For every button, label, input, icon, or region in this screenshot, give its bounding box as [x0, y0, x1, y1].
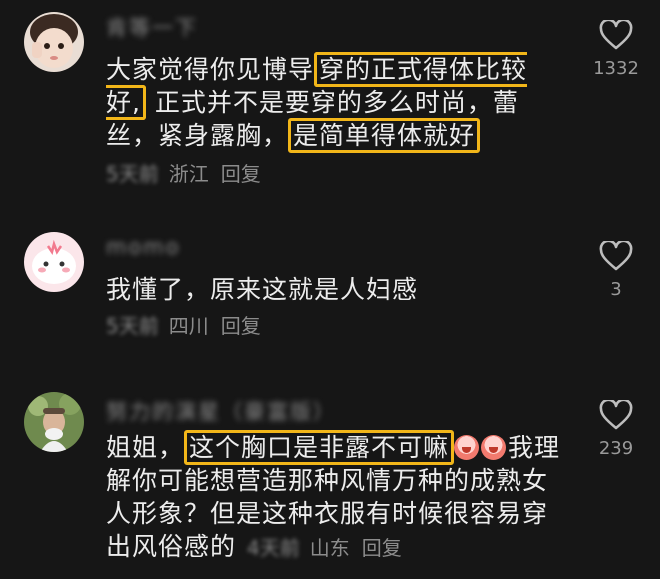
- reply-button[interactable]: 回复: [221, 314, 261, 338]
- crying-face-emoji-icon: [454, 435, 480, 460]
- highlighted-text: 是简单得体就好: [288, 118, 481, 153]
- comment-meta: 5天前 浙江 回复: [106, 158, 261, 187]
- comment-username[interactable]: momo: [106, 235, 181, 259]
- comment-text: 我懂了，原来这就是人妇感: [106, 275, 419, 304]
- comment-time: 5天前: [106, 162, 159, 186]
- comment-text: 大家觉得你见博导 穿的正式得体比较好, 正式并不是要穿的多么时尚，蕾丝，紧身露胸，…: [106, 52, 566, 153]
- heart-outline-icon: [599, 400, 633, 430]
- comment-meta: 4天前 山东 回复: [245, 536, 402, 560]
- user-avatar[interactable]: [24, 392, 84, 452]
- heart-outline-icon: [599, 20, 633, 50]
- like-count: 1332: [593, 58, 639, 79]
- like-count: 239: [598, 438, 634, 459]
- comment-time: 4天前: [246, 536, 300, 560]
- like-button[interactable]: 3: [596, 241, 636, 300]
- highlighted-text: 这个胸口是非露不可嘛: [184, 430, 455, 465]
- like-button[interactable]: 1332: [593, 20, 639, 79]
- reply-button[interactable]: 回复: [362, 536, 402, 560]
- comment-time: 5天前: [106, 314, 159, 338]
- comment-text-part: 姐姐，: [106, 433, 185, 462]
- like-button[interactable]: 239: [596, 400, 636, 459]
- comment-location: 四川: [168, 314, 209, 338]
- reply-button[interactable]: 回复: [221, 162, 261, 186]
- avatar-baby-image: [24, 12, 84, 72]
- crying-face-emoji-icon: [481, 435, 507, 460]
- user-avatar[interactable]: [24, 232, 84, 292]
- avatar-photo-image: [24, 392, 84, 452]
- comment-username[interactable]: 努力的演星（豪富版）: [106, 396, 336, 426]
- user-avatar[interactable]: [24, 12, 84, 72]
- like-count: 3: [610, 279, 622, 300]
- avatar-cartoon-image: [24, 232, 84, 292]
- comment-text-part: 大家觉得你见博导: [106, 55, 315, 84]
- comment-location: 山东: [309, 536, 350, 560]
- comment-username[interactable]: 肯等一下: [106, 12, 198, 42]
- comment-meta: 5天前 四川 回复: [106, 310, 261, 339]
- comment-text: 姐姐， 这个胸口是非露不可嘛 我理解你可能想营造那种风情万种的成熟女人形象？但是这种…: [106, 430, 566, 565]
- heart-outline-icon: [599, 241, 633, 271]
- comment-location: 浙江: [168, 162, 209, 186]
